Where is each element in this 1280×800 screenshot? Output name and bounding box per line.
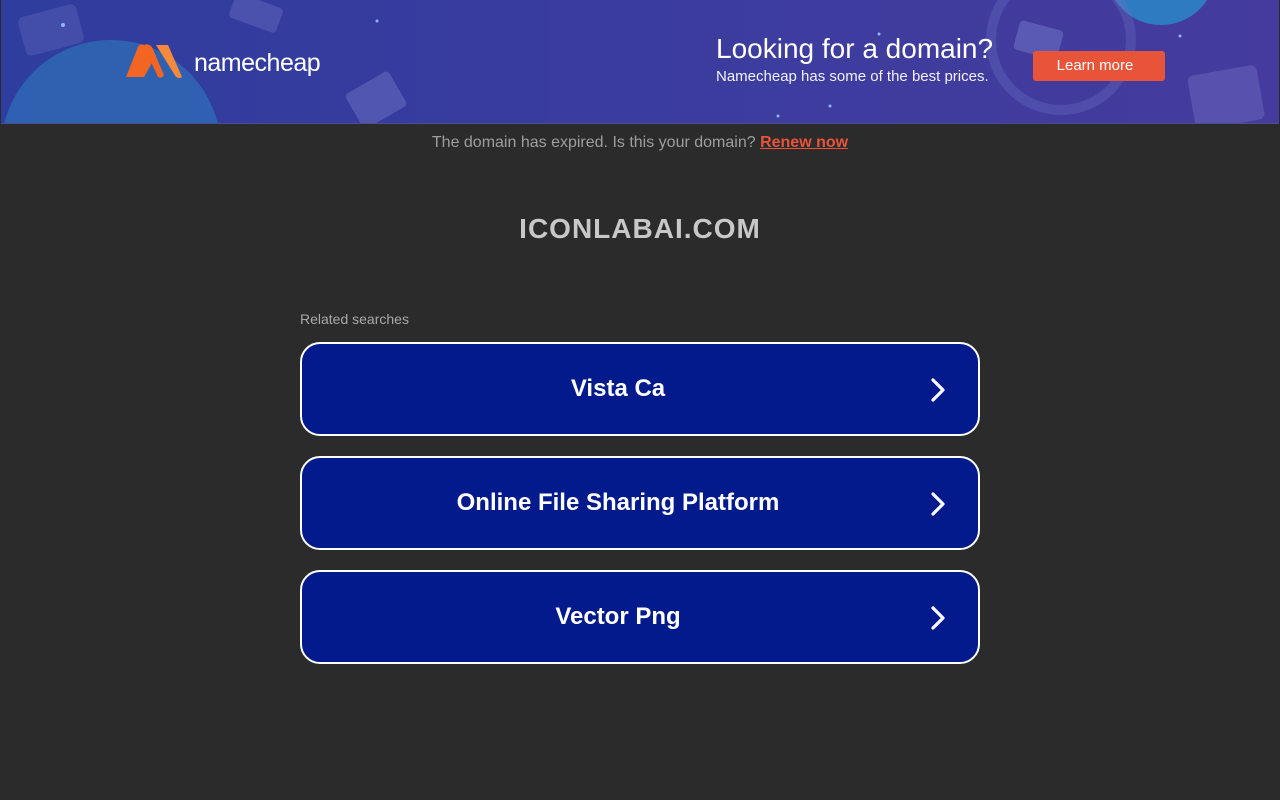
chevron-right-icon	[931, 492, 945, 516]
related-search-label: Online File Sharing Platform	[456, 489, 780, 516]
promo-subtitle: Namecheap has some of the best prices.	[716, 68, 989, 85]
chevron-right-icon	[931, 378, 945, 402]
expired-notice-text: The domain has expired. Is this your dom…	[431, 134, 756, 151]
logo-wordmark: namecheap	[194, 48, 321, 77]
related-search-link[interactable]: Vector Png	[300, 570, 980, 664]
expired-notice: The domain has expired. Is this your dom…	[0, 133, 1280, 153]
related-search-link[interactable]: Online File Sharing Platform	[300, 456, 980, 550]
namecheap-logo-icon	[126, 44, 182, 78]
namecheap-logo[interactable]: namecheap	[122, 43, 321, 79]
related-searches-label: Related searches	[300, 311, 409, 327]
related-search-label: Vista Ca	[570, 375, 666, 402]
promo-title: Looking for a domain?	[716, 33, 994, 64]
domain-name-heading: ICONLABAI.COM	[519, 213, 761, 244]
renew-now-link[interactable]: Renew now	[760, 134, 848, 151]
related-search-link[interactable]: Vista Ca	[300, 342, 980, 436]
chevron-right-icon	[931, 606, 945, 630]
promo-banner[interactable]: namecheap Looking for a domain? Namechea…	[1, 0, 1279, 124]
learn-more-button[interactable]: Learn more	[1033, 51, 1165, 81]
promo-text: Looking for a domain? Namecheap has some…	[716, 32, 993, 87]
related-search-label: Vector Png	[555, 603, 681, 630]
